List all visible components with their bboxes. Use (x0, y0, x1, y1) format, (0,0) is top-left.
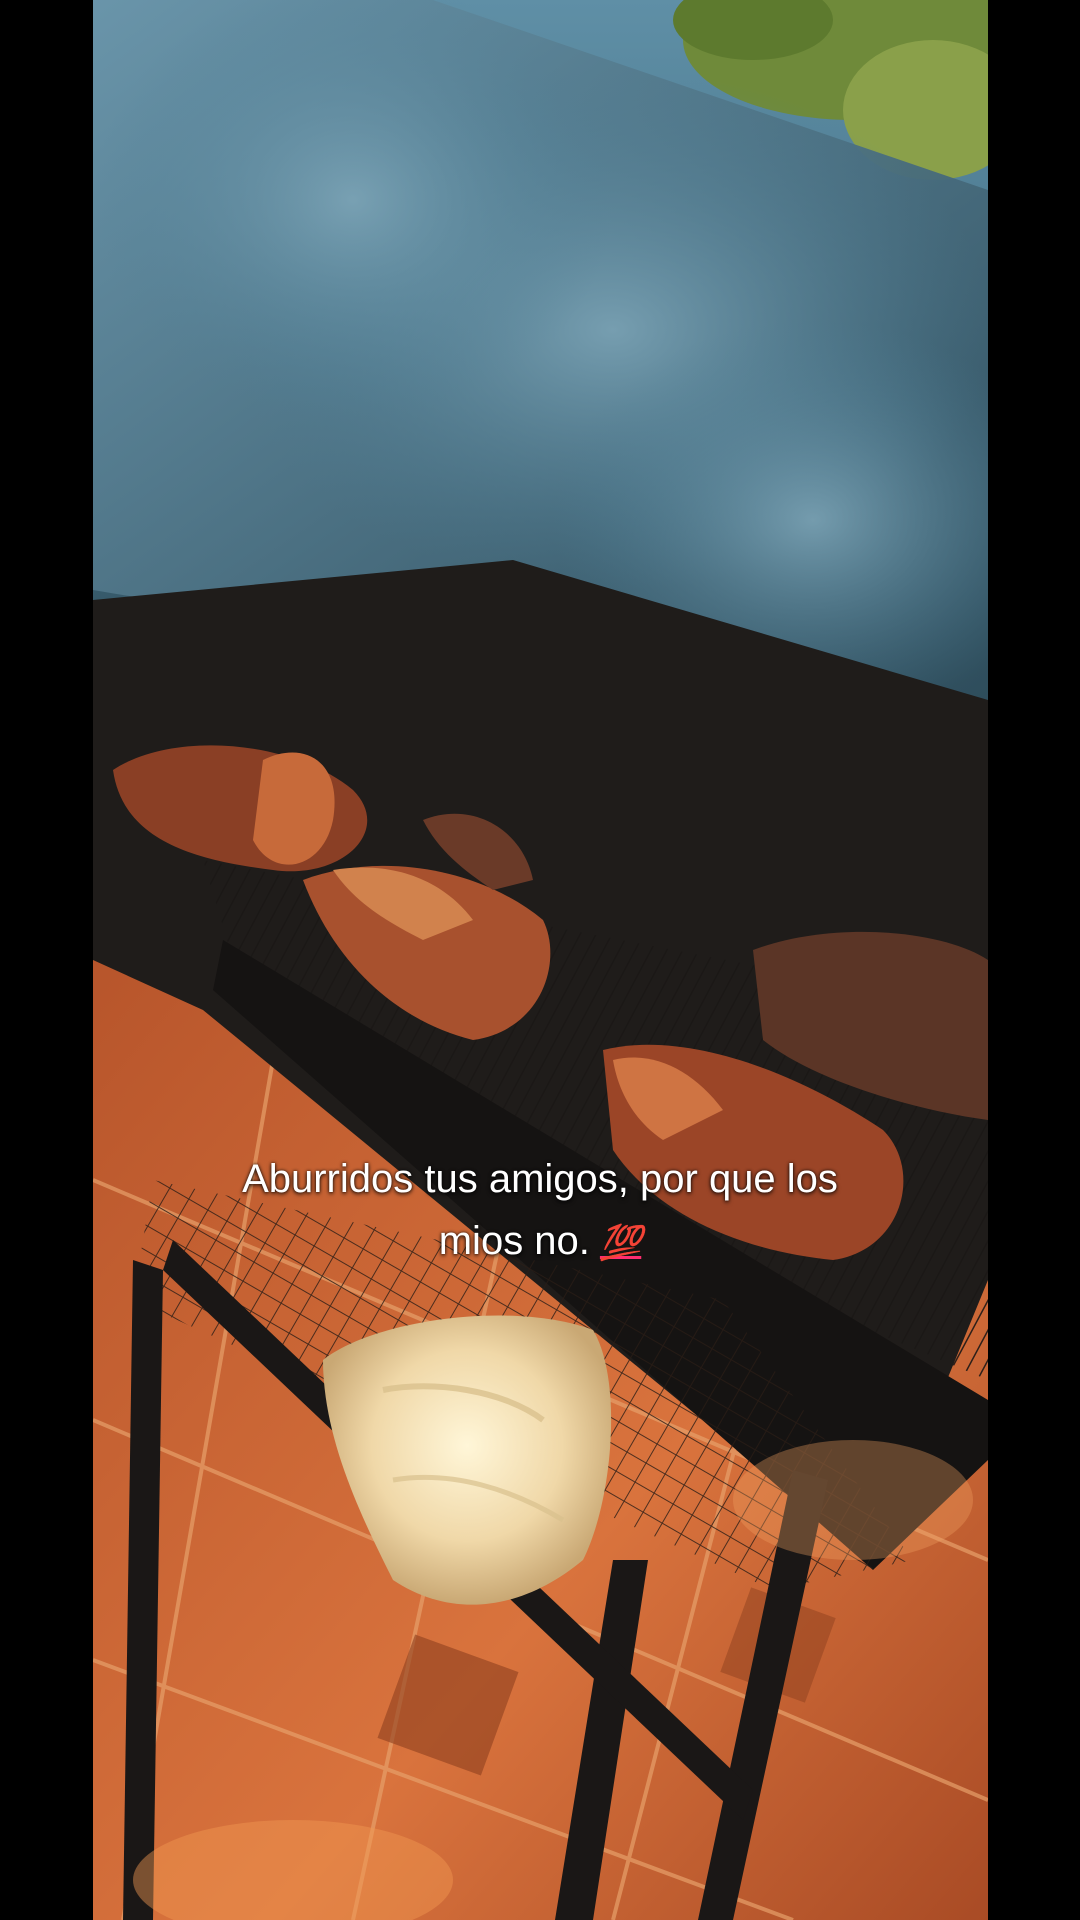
caption-line-2-text: mios no. (438, 1219, 590, 1263)
hundred-points-icon: 💯 (599, 1223, 642, 1263)
caption-line-1: Aburridos tus amigos, por que los (242, 1157, 838, 1201)
video-caption: Aburridos tus amigos, por que los mios n… (120, 1148, 960, 1274)
grill-photo (93, 0, 988, 1920)
video-frame: Aburridos tus amigos, por que los mios n… (0, 0, 1080, 1920)
caption-line-2: mios no. 💯 (120, 1210, 960, 1274)
